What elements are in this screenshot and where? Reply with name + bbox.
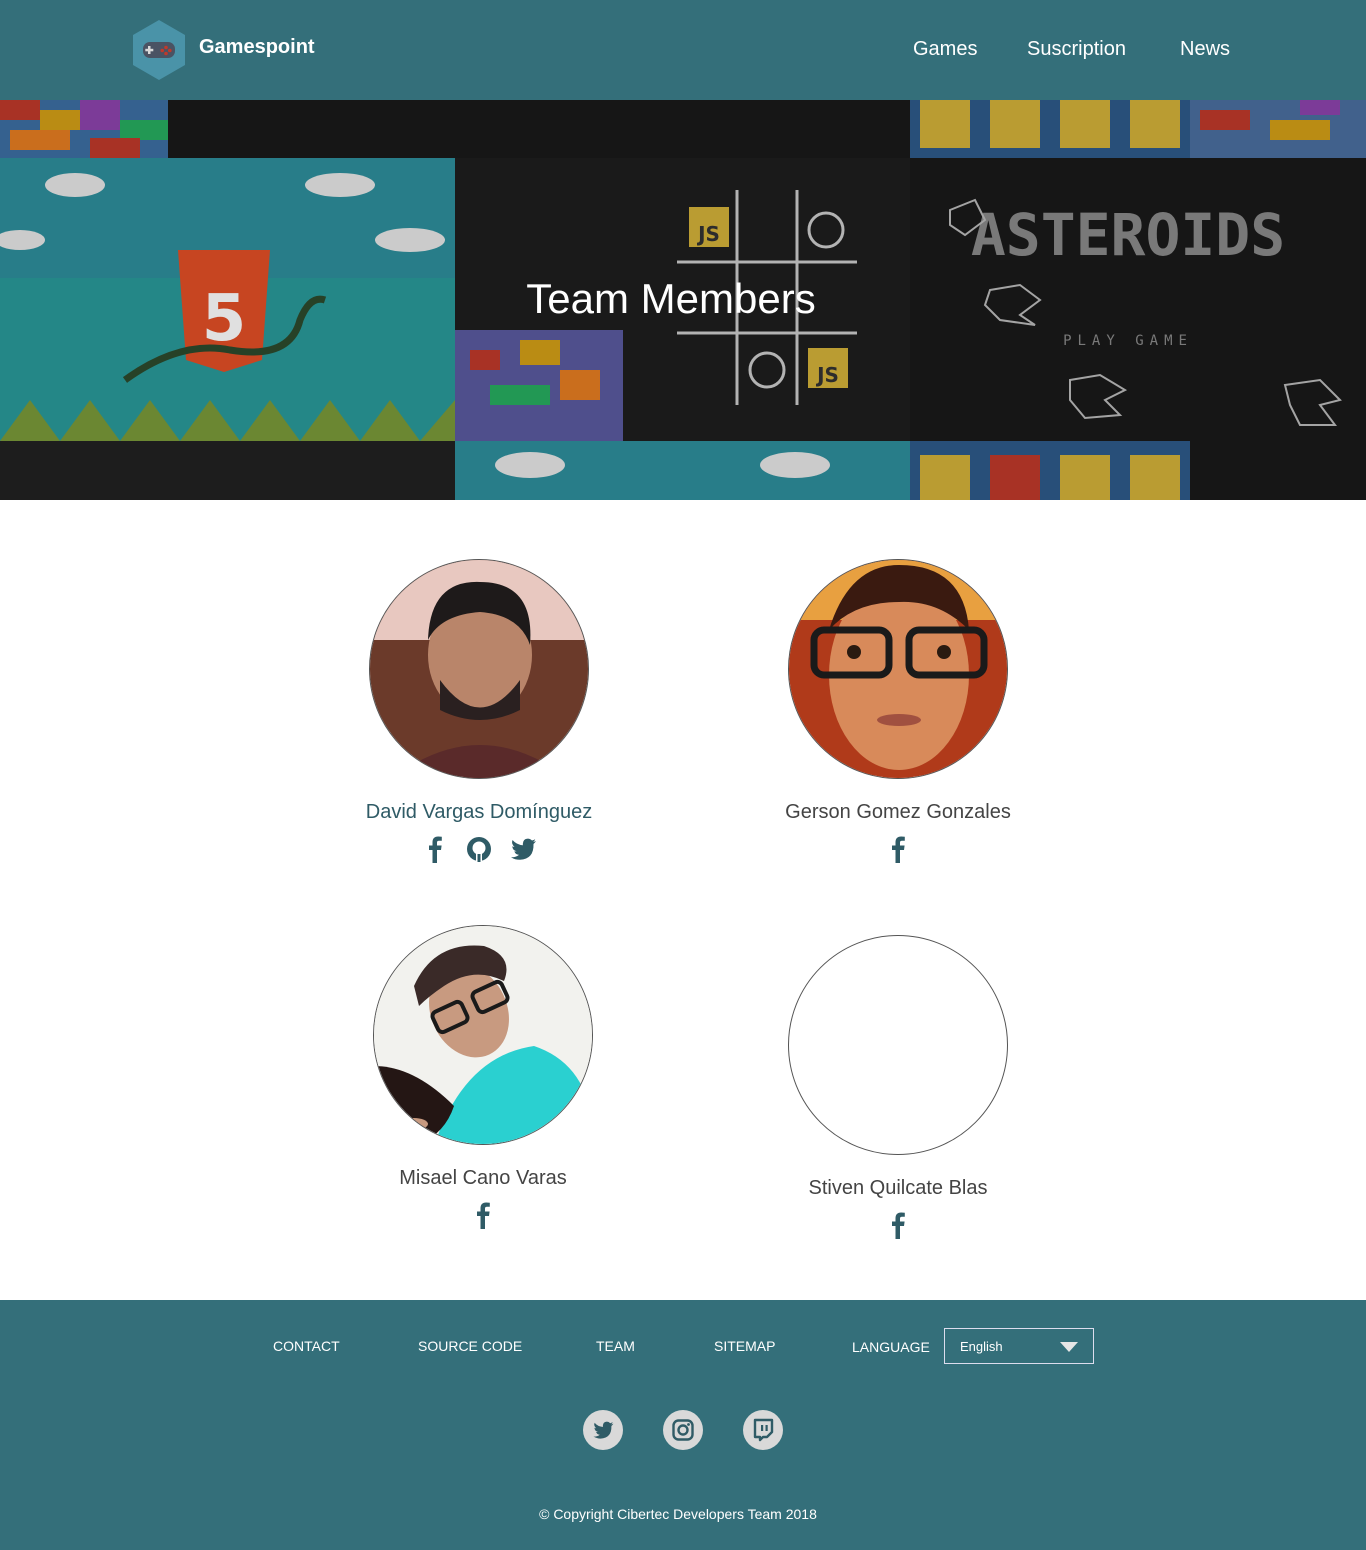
footer-link-sitemap[interactable]: SITEMAP	[714, 1338, 775, 1354]
hero-banner: 5 JS JS ASTEROIDS PLAY GAME Team Members	[0, 100, 1366, 500]
team-member-card: Stiven Quilcate Blas	[748, 935, 1048, 1242]
brand-name[interactable]: Gamespoint	[199, 36, 315, 59]
facebook-icon[interactable]	[883, 1210, 913, 1240]
member-socials	[748, 1210, 1048, 1242]
avatar	[369, 559, 589, 779]
team-member-card: Misael Cano Varas	[333, 925, 633, 1232]
avatar	[373, 925, 593, 1145]
twitch-icon[interactable]	[743, 1410, 783, 1450]
member-socials	[748, 834, 1048, 866]
language-value: English	[960, 1339, 1003, 1354]
member-socials	[333, 1200, 633, 1232]
twitter-icon[interactable]	[508, 834, 538, 864]
site-header: Gamespoint Games Suscription News	[0, 0, 1366, 100]
member-name: Gerson Gomez Gonzales	[785, 801, 1011, 823]
twitter-icon[interactable]	[583, 1410, 623, 1450]
chevron-down-icon	[1060, 1342, 1078, 1352]
footer-link-contact[interactable]: CONTACT	[273, 1338, 340, 1354]
gamepad-icon[interactable]	[131, 19, 187, 81]
language-label: LANGUAGE	[852, 1339, 930, 1355]
nav-news[interactable]: News	[1180, 38, 1230, 61]
facebook-icon[interactable]	[468, 1200, 498, 1230]
footer-link-source-code[interactable]: SOURCE CODE	[418, 1338, 522, 1354]
page-title: Team Members	[526, 275, 816, 322]
team-member-card: David Vargas Domínguez	[329, 559, 629, 866]
language-select[interactable]: English	[944, 1328, 1094, 1364]
member-name: Stiven Quilcate Blas	[808, 1177, 988, 1199]
team-member-card: Gerson Gomez Gonzales	[748, 559, 1048, 866]
nav-suscription[interactable]: Suscription	[1027, 38, 1126, 61]
site-footer: CONTACT SOURCE CODE TEAM SITEMAP LANGUAG…	[0, 1300, 1366, 1550]
footer-link-team[interactable]: TEAM	[596, 1338, 635, 1354]
copyright-text: © Copyright Cibertec Developers Team 201…	[539, 1506, 817, 1522]
member-name: Misael Cano Varas	[399, 1167, 567, 1189]
facebook-icon[interactable]	[420, 834, 450, 864]
github-icon[interactable]	[464, 834, 494, 864]
instagram-icon[interactable]	[663, 1410, 703, 1450]
avatar	[788, 935, 1008, 1155]
avatar	[788, 559, 1008, 779]
facebook-icon[interactable]	[883, 834, 913, 864]
nav-games[interactable]: Games	[913, 38, 977, 61]
member-name: David Vargas Domínguez	[365, 801, 593, 823]
member-socials	[329, 834, 629, 866]
